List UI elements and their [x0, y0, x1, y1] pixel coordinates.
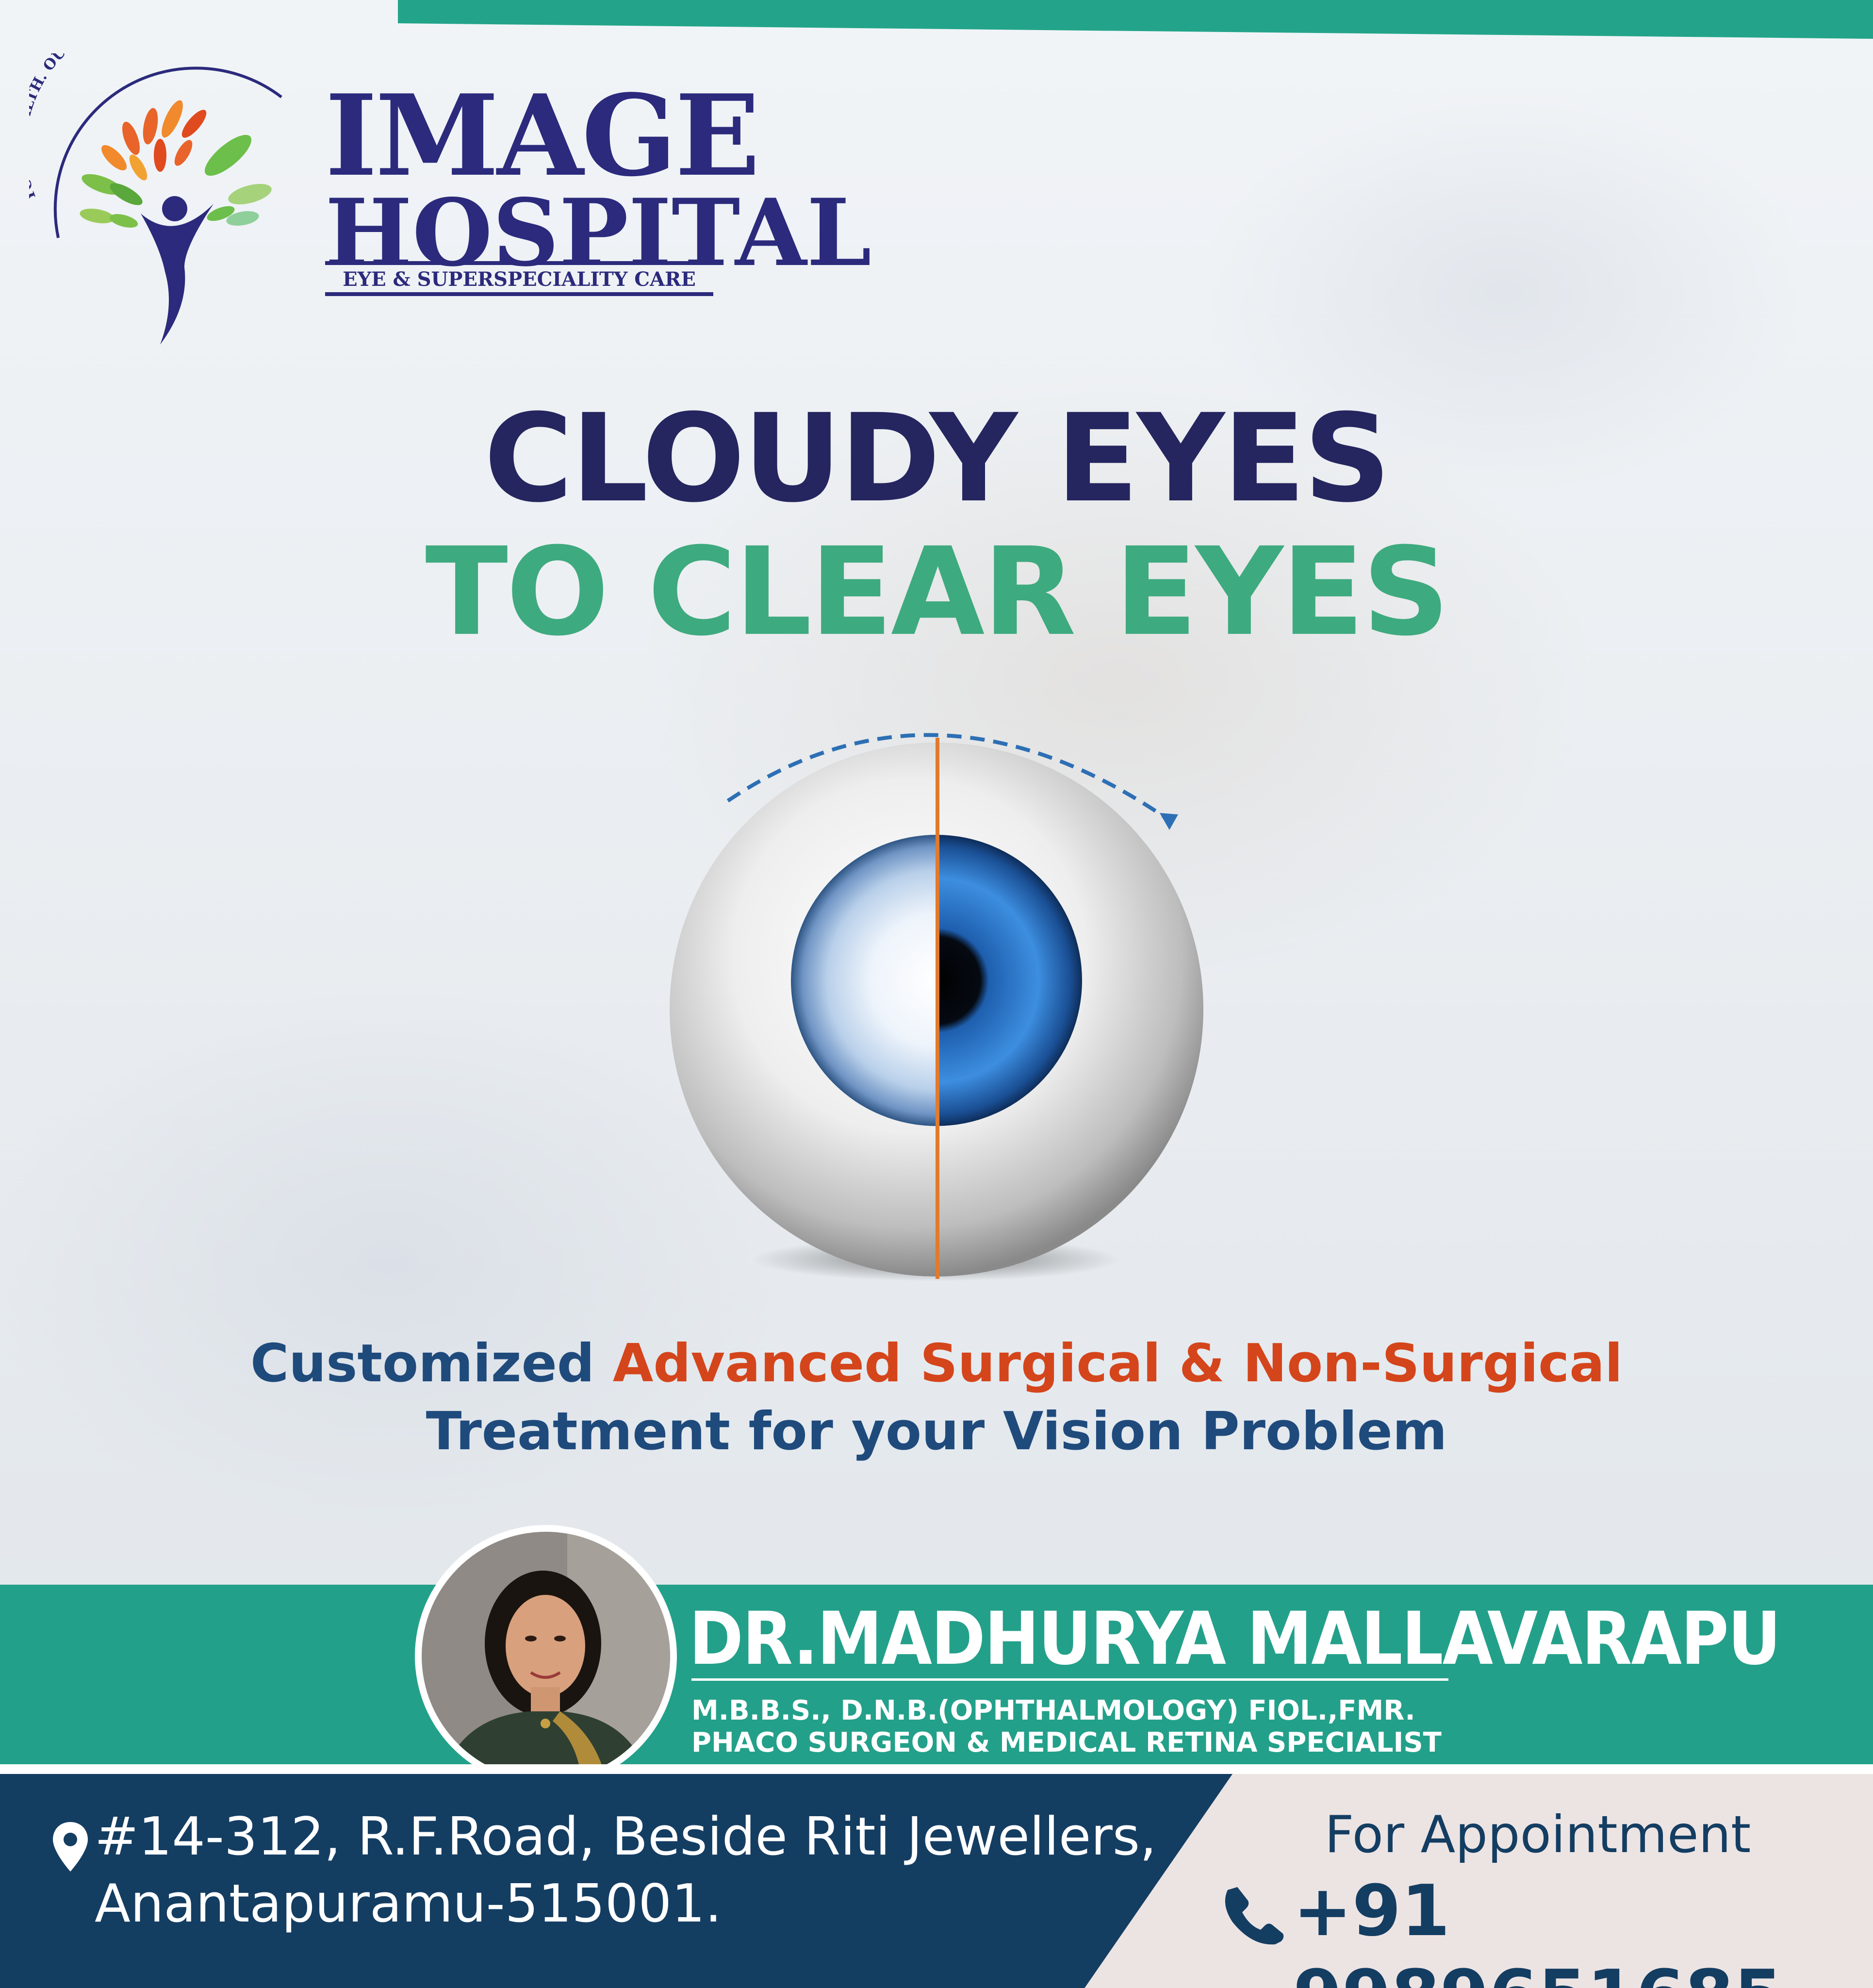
- doctor-portrait: [415, 1525, 677, 1787]
- doctor-name: DR.MADHURYA MALLAVARAPU: [689, 1597, 1781, 1681]
- headline-line-2: TO CLEAR EYES: [425, 521, 1449, 663]
- eyeball-half-cloudy-half-clear-icon: [670, 733, 1203, 1281]
- logo-divider: [325, 292, 713, 296]
- footer-divider: [0, 1764, 1873, 1774]
- doctor-name-underline: [691, 1678, 1448, 1681]
- headline-line-1: CLOUDY EYES: [484, 388, 1391, 529]
- address-line-2: Anantapuramu-515001.: [95, 1873, 722, 1934]
- treatment-tagline: Customized Advanced Surgical & Non-Surgi…: [0, 1330, 1873, 1466]
- tagline-part-1: Customized: [250, 1333, 613, 1394]
- appointment-phone-number[interactable]: +91 9989651685: [1293, 1869, 1873, 1988]
- logo-divider: [325, 261, 713, 265]
- address-line-1: #14-312, R.F.Road, Beside Riti Jewellers…: [95, 1806, 1157, 1867]
- tree-person-logo-icon: YOUR HEALTH. OUR PRIORITY: [29, 53, 282, 345]
- tagline-part-2: Advanced Surgical & Non-Surgical: [612, 1333, 1623, 1394]
- logo-tagline: EYE & SUPERSPECIALITY CARE: [343, 268, 696, 291]
- hospital-logo: YOUR HEALTH. OUR PRIORITY IMAGE HOSP: [29, 53, 871, 345]
- location-pin-icon: [53, 1822, 88, 1872]
- doctor-portrait-icon: [422, 1532, 670, 1780]
- phone-icon: [1225, 1887, 1284, 1945]
- doctor-qualifications: M.B.B.S., D.N.B.(OPHTHALMOLOGY) FIOL.,FM…: [691, 1695, 1415, 1726]
- tagline-line-2: Treatment for your Vision Problem: [426, 1401, 1447, 1462]
- doctor-role: PHACO SURGEON & MEDICAL RETINA SPECIALIS…: [691, 1727, 1442, 1758]
- logo-title: IMAGE: [325, 70, 760, 201]
- appointment-label: For Appointment: [1325, 1805, 1751, 1864]
